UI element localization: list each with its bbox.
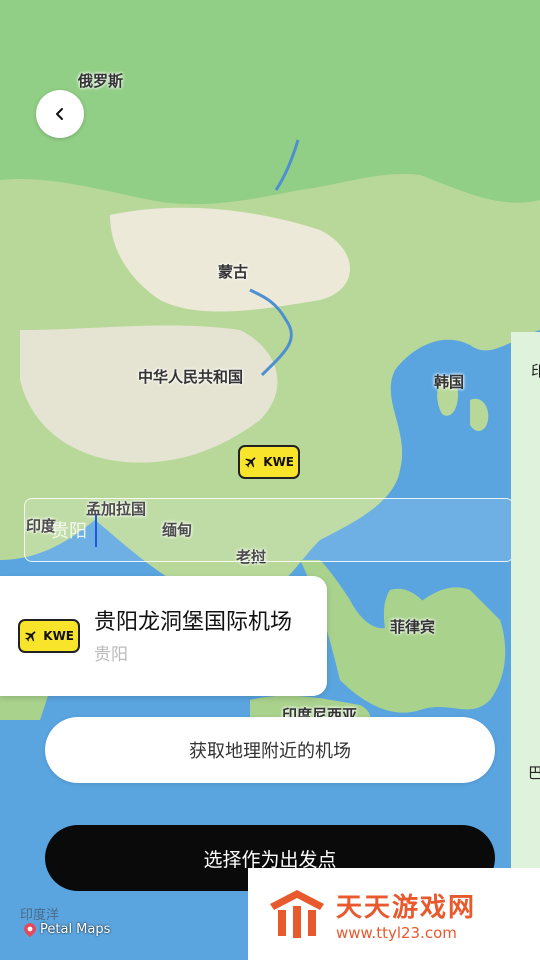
nearby-airports-button[interactable]: 获取地理附近的机场 [45, 717, 495, 783]
watermark-title: 天天游戏网 [336, 892, 477, 923]
airport-name: 贵阳龙洞堡国际机场 [94, 610, 293, 635]
search-value: 贵阳 [51, 521, 87, 542]
map-label-korea: 韩国 [434, 373, 465, 391]
airport-city: 贵阳 [94, 645, 128, 665]
map-label-mongolia: 蒙古 [218, 263, 249, 281]
airport-marker[interactable]: KWE [238, 445, 300, 479]
side-panel-text-bottom: 巴 [528, 764, 540, 782]
airport-code: KWE [43, 629, 74, 643]
chevron-left-icon [56, 108, 63, 120]
search-input[interactable]: 贵阳 [24, 498, 514, 562]
watermark-url: www.ttyl23.com [336, 923, 457, 942]
text-cursor [95, 515, 97, 547]
map-label-indian-ocean: 印度洋 [20, 908, 60, 923]
map-label-china: 中华人民共和国 [138, 368, 244, 386]
airplane-icon [25, 631, 36, 642]
marker-code: KWE [263, 455, 294, 469]
back-button[interactable] [36, 90, 84, 138]
map-attribution: Petal Maps [24, 922, 110, 937]
side-panel[interactable] [511, 332, 540, 872]
petal-maps-logo-icon [24, 922, 36, 937]
side-panel-text-top: 印 [531, 362, 540, 380]
map-canvas [0, 0, 540, 960]
watermark-logo-icon [270, 890, 324, 938]
map-view[interactable]: 俄罗斯 蒙古 中华人民共和国 韩国 印度 孟加拉国 缅甸 老挝 菲律宾 印度尼西… [0, 0, 540, 960]
airport-card[interactable]: KWE 贵阳龙洞堡国际机场 贵阳 [0, 576, 327, 696]
attribution-text: Petal Maps [40, 922, 111, 937]
map-label-russia: 俄罗斯 [78, 72, 124, 90]
watermark: 天天游戏网 www.ttyl23.com [248, 868, 540, 960]
map-label-philippines: 菲律宾 [390, 618, 436, 636]
airplane-icon [245, 457, 256, 468]
airport-code-badge: KWE [18, 619, 80, 653]
